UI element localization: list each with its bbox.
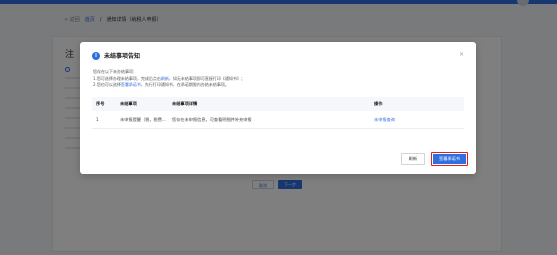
dialog-description: 您存在以下未办结事项: 1.您可选择办理未结事项，完成后点击刷新，如无未结事项即… xyxy=(93,69,463,89)
table-row: 1 未申报提醒（税，税费... 您存在未申报信息，可查看明细并补充申报 未申报查… xyxy=(92,111,464,129)
pending-items-table: 序号 未结事项 未结事项详情 操作 1 未申报提醒（税，税费... 您存在未申报… xyxy=(92,97,464,129)
col-header-action: 操作 xyxy=(374,101,383,106)
cell-no: 1 xyxy=(96,117,99,122)
dialog-header: i 未结事项告知 xyxy=(92,51,140,60)
info-icon: i xyxy=(92,51,100,60)
col-header-detail: 未结事项详情 xyxy=(172,101,198,106)
refresh-button[interactable]: 刷新 xyxy=(400,153,426,165)
cell-detail: 您存在未申报信息，可查看明细并补充申报 xyxy=(172,116,252,122)
dialog-title: 未结事项告知 xyxy=(104,53,141,60)
sign-commitment-link[interactable]: 签署承诺书 xyxy=(121,82,141,87)
dialog-footer: 刷新 签署承诺书 xyxy=(400,152,468,166)
desc-line-2: 2.您也可以选择签署承诺书，先行打印通知书，在承诺期限内办结未结事项。 xyxy=(93,82,229,87)
close-icon[interactable]: × xyxy=(459,51,464,58)
refresh-link[interactable]: 刷新 xyxy=(161,76,169,81)
pending-items-dialog: i 未结事项告知 × 您存在以下未办结事项: 1.您可选择办理未结事项，完成后点… xyxy=(80,42,476,174)
sign-commitment-button[interactable]: 签署承诺书 xyxy=(433,154,466,164)
cell-item: 未申报提醒（税，税费... xyxy=(120,116,166,122)
col-header-no: 序号 xyxy=(96,101,105,106)
table-header: 序号 未结事项 未结事项详情 操作 xyxy=(92,97,464,111)
sign-commitment-button-highlight: 签署承诺书 xyxy=(431,152,468,166)
view-unfiled-link[interactable]: 未申报查询 xyxy=(374,117,395,122)
col-header-item: 未结事项 xyxy=(120,101,137,106)
